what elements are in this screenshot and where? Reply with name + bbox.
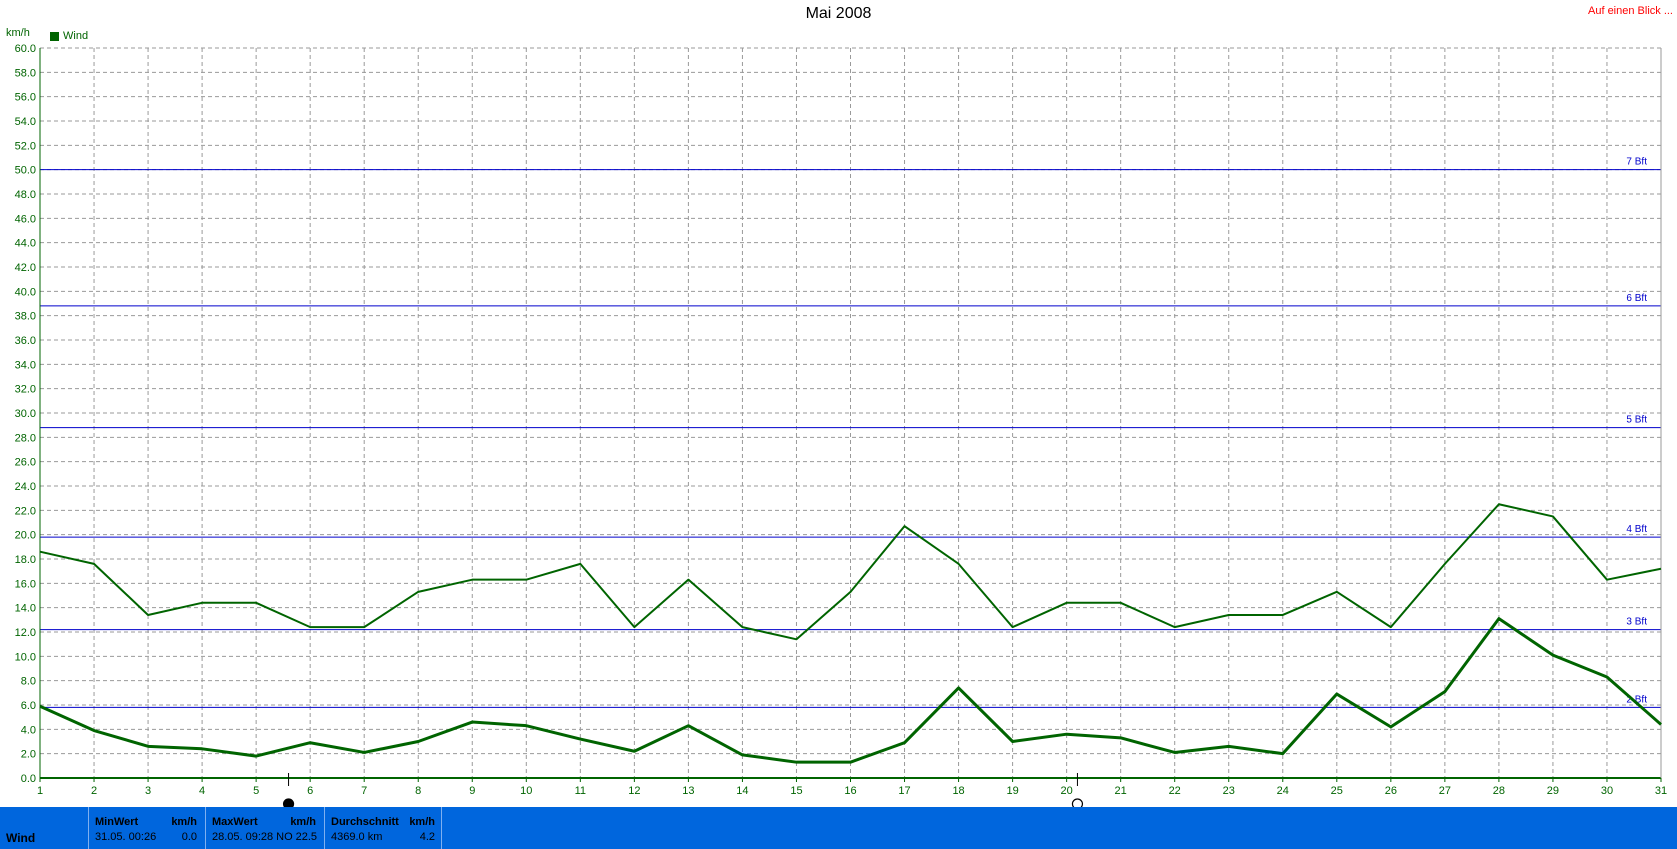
legend-label: Wind xyxy=(63,30,89,42)
y-tick-label: 22.0 xyxy=(15,505,36,517)
y-tick-label: 20.0 xyxy=(15,530,36,542)
y-tick-label: 40.0 xyxy=(15,286,36,298)
x-tick-label: 19 xyxy=(1006,785,1018,797)
x-tick-label: 11 xyxy=(575,785,586,797)
x-tick-label: 14 xyxy=(736,785,748,797)
wind-chart: 2 Bft3 Bft4 Bft5 Bft6 Bft7 Bft 0.02.04.0… xyxy=(15,43,1668,807)
y-tick-label: 34.0 xyxy=(15,359,36,371)
y-tick-label: 4.0 xyxy=(21,724,36,736)
y-tick-label: 8.0 xyxy=(21,676,36,688)
summary-label: Wind xyxy=(6,831,36,845)
max-direction: NO xyxy=(276,831,293,843)
x-tick-label: 30 xyxy=(1601,785,1613,797)
y-tick-label: 28.0 xyxy=(15,432,36,444)
min-unit: km/h xyxy=(171,816,197,828)
y-tick-label: 44.0 xyxy=(15,238,36,250)
max-time: 09:28 xyxy=(245,831,274,843)
y-tick-label: 60.0 xyxy=(15,43,36,55)
avg-distance: 4369.0 km xyxy=(331,831,383,843)
avg-header: Durchschnitt xyxy=(331,816,399,828)
x-tick-label: 8 xyxy=(415,785,421,797)
max-value: 22.5 xyxy=(295,831,318,843)
y-tick-label: 2.0 xyxy=(21,749,36,761)
y-tick-label: 48.0 xyxy=(15,189,36,201)
x-tick-label: 2 xyxy=(91,785,97,797)
x-tick-label: 16 xyxy=(844,785,856,797)
y-tick-label: 6.0 xyxy=(21,700,36,712)
x-tick-label: 17 xyxy=(898,785,910,797)
y-tick-label: 18.0 xyxy=(15,554,36,566)
avg-value: 4.2 xyxy=(419,831,435,843)
y-tick-label: 38.0 xyxy=(15,311,36,323)
y-tick-label: 14.0 xyxy=(15,603,36,615)
new-moon-icon xyxy=(282,798,295,807)
beaufort-label: 7 Bft xyxy=(1626,157,1647,168)
x-tick-label: 27 xyxy=(1439,785,1451,797)
min-date: 31.05. xyxy=(95,831,126,843)
x-tick-label: 21 xyxy=(1115,785,1127,797)
min-header: MinWert xyxy=(95,816,139,828)
y-tick-label: 30.0 xyxy=(15,408,36,420)
y-tick-label: 50.0 xyxy=(15,165,36,177)
y-tick-label: 52.0 xyxy=(15,140,36,152)
max-date: 28.05. xyxy=(212,831,243,843)
axes: 0.0 2.0 4.0 6.0 8.0 10.0 12.0 14.0 16.0 18.0 20.0 2… xyxy=(15,43,1668,797)
y-tick-label: 0.0 xyxy=(21,773,36,785)
x-tick-label: 26 xyxy=(1385,785,1397,797)
summary-bar: Wind MinWert km/h 31.05. 00:26 0.0 MaxWert… xyxy=(0,807,1677,849)
x-tick-label: 12 xyxy=(628,785,640,797)
x-tick-label: 1 xyxy=(37,785,43,797)
x-tick-label: 13 xyxy=(682,785,694,797)
y-tick-label: 24.0 xyxy=(15,481,36,493)
avg-unit: km/h xyxy=(409,816,435,828)
max-unit: km/h xyxy=(290,816,316,828)
beaufort-label: 6 Bft xyxy=(1626,293,1647,304)
max-header: MaxWert xyxy=(212,816,258,828)
legend-swatch xyxy=(50,31,59,41)
min-time: 00:26 xyxy=(128,831,157,843)
y-tick-label: 16.0 xyxy=(15,578,36,590)
x-tick-label: 18 xyxy=(952,785,964,797)
chart-title: Mai 2008 xyxy=(805,5,872,22)
x-tick-label: 9 xyxy=(469,785,475,797)
x-tick-label: 20 xyxy=(1061,785,1073,797)
beaufort-label: 5 Bft xyxy=(1626,415,1647,426)
x-tick-label: 5 xyxy=(253,785,259,797)
y-tick-label: 46.0 xyxy=(15,213,36,225)
min-value: 0.0 xyxy=(181,831,197,843)
y-tick-label: 12.0 xyxy=(15,627,36,639)
y-tick-label: 32.0 xyxy=(15,384,36,396)
x-tick-label: 15 xyxy=(790,785,802,797)
y-tick-label: 42.0 xyxy=(15,262,36,274)
x-tick-label: 3 xyxy=(145,785,151,797)
y-axis-unit: km/h xyxy=(6,27,30,39)
x-tick-label: 25 xyxy=(1331,785,1343,797)
y-tick-label: 58.0 xyxy=(15,67,36,79)
average-cell: Durchschnitt km/h 4369.0 km 4.2 xyxy=(324,807,442,849)
x-tick-label: 4 xyxy=(199,785,205,797)
full-moon-icon xyxy=(1071,798,1084,807)
x-tick-label: 29 xyxy=(1547,785,1559,797)
y-tick-label: 36.0 xyxy=(15,335,36,347)
beaufort-label: 4 Bft xyxy=(1626,524,1647,535)
x-tick-label: 7 xyxy=(361,785,367,797)
x-tick-label: 10 xyxy=(520,785,532,797)
series-line-mean xyxy=(39,617,1662,764)
min-value-cell: MinWert km/h 31.05. 00:26 0.0 xyxy=(88,807,203,849)
x-tick-label: 23 xyxy=(1223,785,1235,797)
x-tick-label: 6 xyxy=(307,785,313,797)
y-tick-label: 56.0 xyxy=(15,92,36,104)
y-tick-label: 26.0 xyxy=(15,457,36,469)
y-tick-label: 54.0 xyxy=(15,116,36,128)
max-value-cell: MaxWert km/h 28.05. 09:28 NO 22.5 xyxy=(205,807,322,849)
x-tick-label: 28 xyxy=(1493,785,1505,797)
x-tick-label: 31 xyxy=(1655,785,1667,797)
grid xyxy=(40,47,1662,778)
x-tick-label: 24 xyxy=(1277,785,1289,797)
beaufort-label: 3 Bft xyxy=(1626,617,1647,628)
y-tick-label: 10.0 xyxy=(15,651,36,663)
x-tick-label: 22 xyxy=(1169,785,1181,797)
legend: Wind xyxy=(50,30,88,42)
at-a-glance-link[interactable]: Auf einen Blick ... xyxy=(1588,5,1673,17)
